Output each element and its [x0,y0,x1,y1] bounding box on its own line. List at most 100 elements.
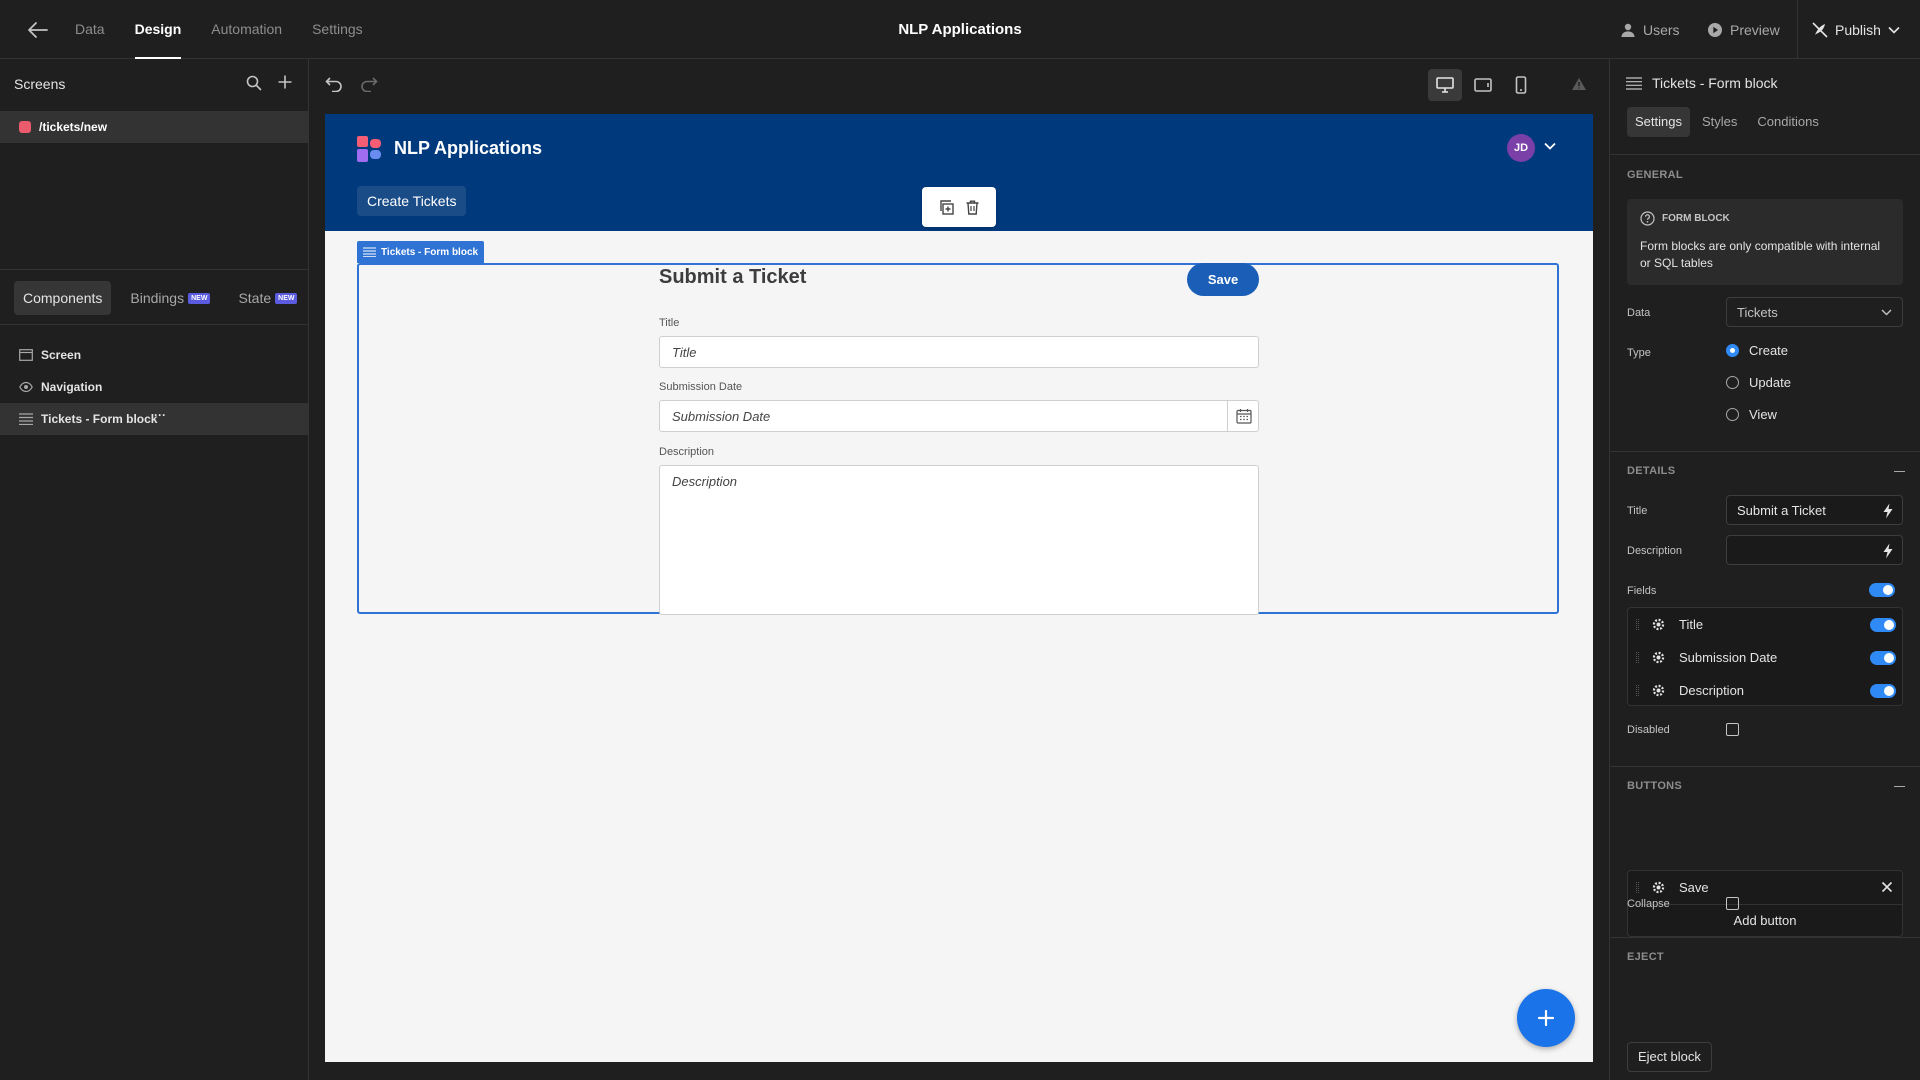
screen-item-tickets-new[interactable]: /tickets/new [0,111,308,143]
left-tabs: Components Bindings NEW State NEW [14,281,306,315]
redo-icon[interactable] [360,76,378,92]
collapse-section-icon[interactable] [1894,471,1905,472]
drag-handle-icon[interactable] [1636,882,1639,893]
tree-item-navigation[interactable]: Navigation [0,371,308,403]
undo-icon[interactable] [325,76,343,92]
eject-block-button[interactable]: Eject block [1627,1042,1712,1072]
tablet-icon[interactable] [1466,69,1500,101]
app-navigation-bar: NLP Applications JD Create Tickets [325,114,1593,231]
collapse-section-icon[interactable] [1894,786,1905,787]
tree-item-label: Navigation [41,380,103,394]
form-icon [363,247,376,257]
fields-all-toggle[interactable] [1869,583,1895,597]
tab-state-label: State [238,290,272,306]
section-eject: EJECT [1627,951,1664,963]
screen-icon [19,349,33,361]
tab-design[interactable]: Design [120,0,197,59]
tab-state[interactable]: State NEW [229,281,306,315]
publish-button[interactable]: Publish [1812,0,1900,59]
preview-label: Preview [1730,21,1780,38]
preview-button[interactable]: Preview [1707,0,1780,59]
drag-handle-icon[interactable] [1636,652,1639,663]
add-screen-icon[interactable] [277,74,293,90]
add-component-button[interactable] [1517,989,1575,1047]
chevron-down-icon [1881,309,1892,316]
tab-settings[interactable]: Settings [1627,107,1690,137]
tree-item-screen[interactable]: Screen [0,339,308,371]
info-title: FORM BLOCK [1662,213,1730,224]
calendar-icon[interactable] [1227,400,1259,432]
type-radio-create[interactable]: Create [1726,343,1788,358]
nav-link-create-tickets[interactable]: Create Tickets [357,186,467,216]
help-circle-icon [1640,211,1655,226]
gear-icon[interactable] [1651,683,1666,698]
title-binding-input[interactable]: Submit a Ticket [1726,495,1903,525]
lightning-icon[interactable] [1882,503,1894,519]
description-binding-input[interactable] [1726,535,1903,565]
tab-bindings[interactable]: Bindings NEW [121,281,219,315]
warning-icon[interactable] [1571,77,1587,91]
screen-route: /tickets/new [39,120,108,134]
section-details: DETAILS [1627,465,1676,477]
field-row-description[interactable]: Description [1628,674,1902,707]
tab-components[interactable]: Components [14,281,112,315]
tab-styles[interactable]: Styles [1694,107,1745,137]
gear-icon[interactable] [1651,617,1666,632]
mobile-icon[interactable] [1504,69,1538,101]
drag-handle-icon[interactable] [1636,685,1639,696]
tab-automation[interactable]: Automation [196,0,297,59]
chevron-down-icon[interactable] [1544,142,1556,150]
divider [0,269,308,270]
desktop-icon[interactable] [1428,69,1462,101]
trash-icon[interactable] [966,200,979,215]
tab-data[interactable]: Data [60,0,120,59]
title-input[interactable] [659,336,1259,368]
radio-unchecked-icon [1726,376,1739,389]
chevron-down-icon [1888,26,1900,34]
top-nav: Data Design Automation Settings [60,0,378,59]
more-options-icon[interactable]: ··· [154,408,166,422]
new-badge: NEW [275,292,298,304]
radio-checked-icon [1726,344,1739,357]
screen-color-dot [19,121,31,133]
collapse-checkbox[interactable] [1726,897,1739,910]
type-radio-update[interactable]: Update [1726,375,1791,390]
field-toggle[interactable] [1870,618,1896,632]
tree-item-tickets-form-block[interactable]: Tickets - Form block ··· [0,403,308,435]
duplicate-icon[interactable] [939,199,954,215]
type-radio-view[interactable]: View [1726,407,1777,422]
back-arrow-icon[interactable] [27,20,49,40]
avatar[interactable]: JD [1507,134,1535,162]
gear-icon[interactable] [1651,650,1666,665]
description-label: Description [659,446,715,458]
tab-settings[interactable]: Settings [297,0,378,59]
save-button[interactable]: Save [1187,263,1259,296]
tab-components-label: Components [23,290,103,306]
form-block-label[interactable]: Tickets - Form block [357,241,485,263]
search-icon[interactable] [246,75,262,91]
component-toolbar [922,187,996,227]
description-textarea[interactable] [659,465,1259,615]
field-name: Submission Date [1679,650,1778,665]
field-toggle[interactable] [1870,651,1896,665]
disabled-checkbox[interactable] [1726,723,1739,736]
close-icon[interactable] [1881,881,1893,893]
submission-date-input[interactable] [659,400,1259,432]
divider [1797,0,1798,59]
data-select[interactable]: Tickets [1726,297,1903,327]
field-row-title[interactable]: Title [1628,608,1902,641]
component-name: Tickets - Form block [1652,75,1778,91]
disabled-label: Disabled [1627,724,1670,736]
tab-conditions[interactable]: Conditions [1749,107,1826,137]
gear-icon[interactable] [1651,880,1666,895]
users-button[interactable]: Users [1620,0,1680,59]
lightning-icon[interactable] [1882,543,1894,559]
drag-handle-icon[interactable] [1636,619,1639,630]
divider [1610,766,1920,767]
top-bar: Data Design Automation Settings NLP Appl… [0,0,1920,59]
field-row-submission-date[interactable]: Submission Date [1628,641,1902,674]
fields-label: Fields [1627,585,1657,597]
collapse-label: Collapse [1627,898,1670,910]
field-toggle[interactable] [1870,684,1896,698]
divider [1610,451,1920,452]
